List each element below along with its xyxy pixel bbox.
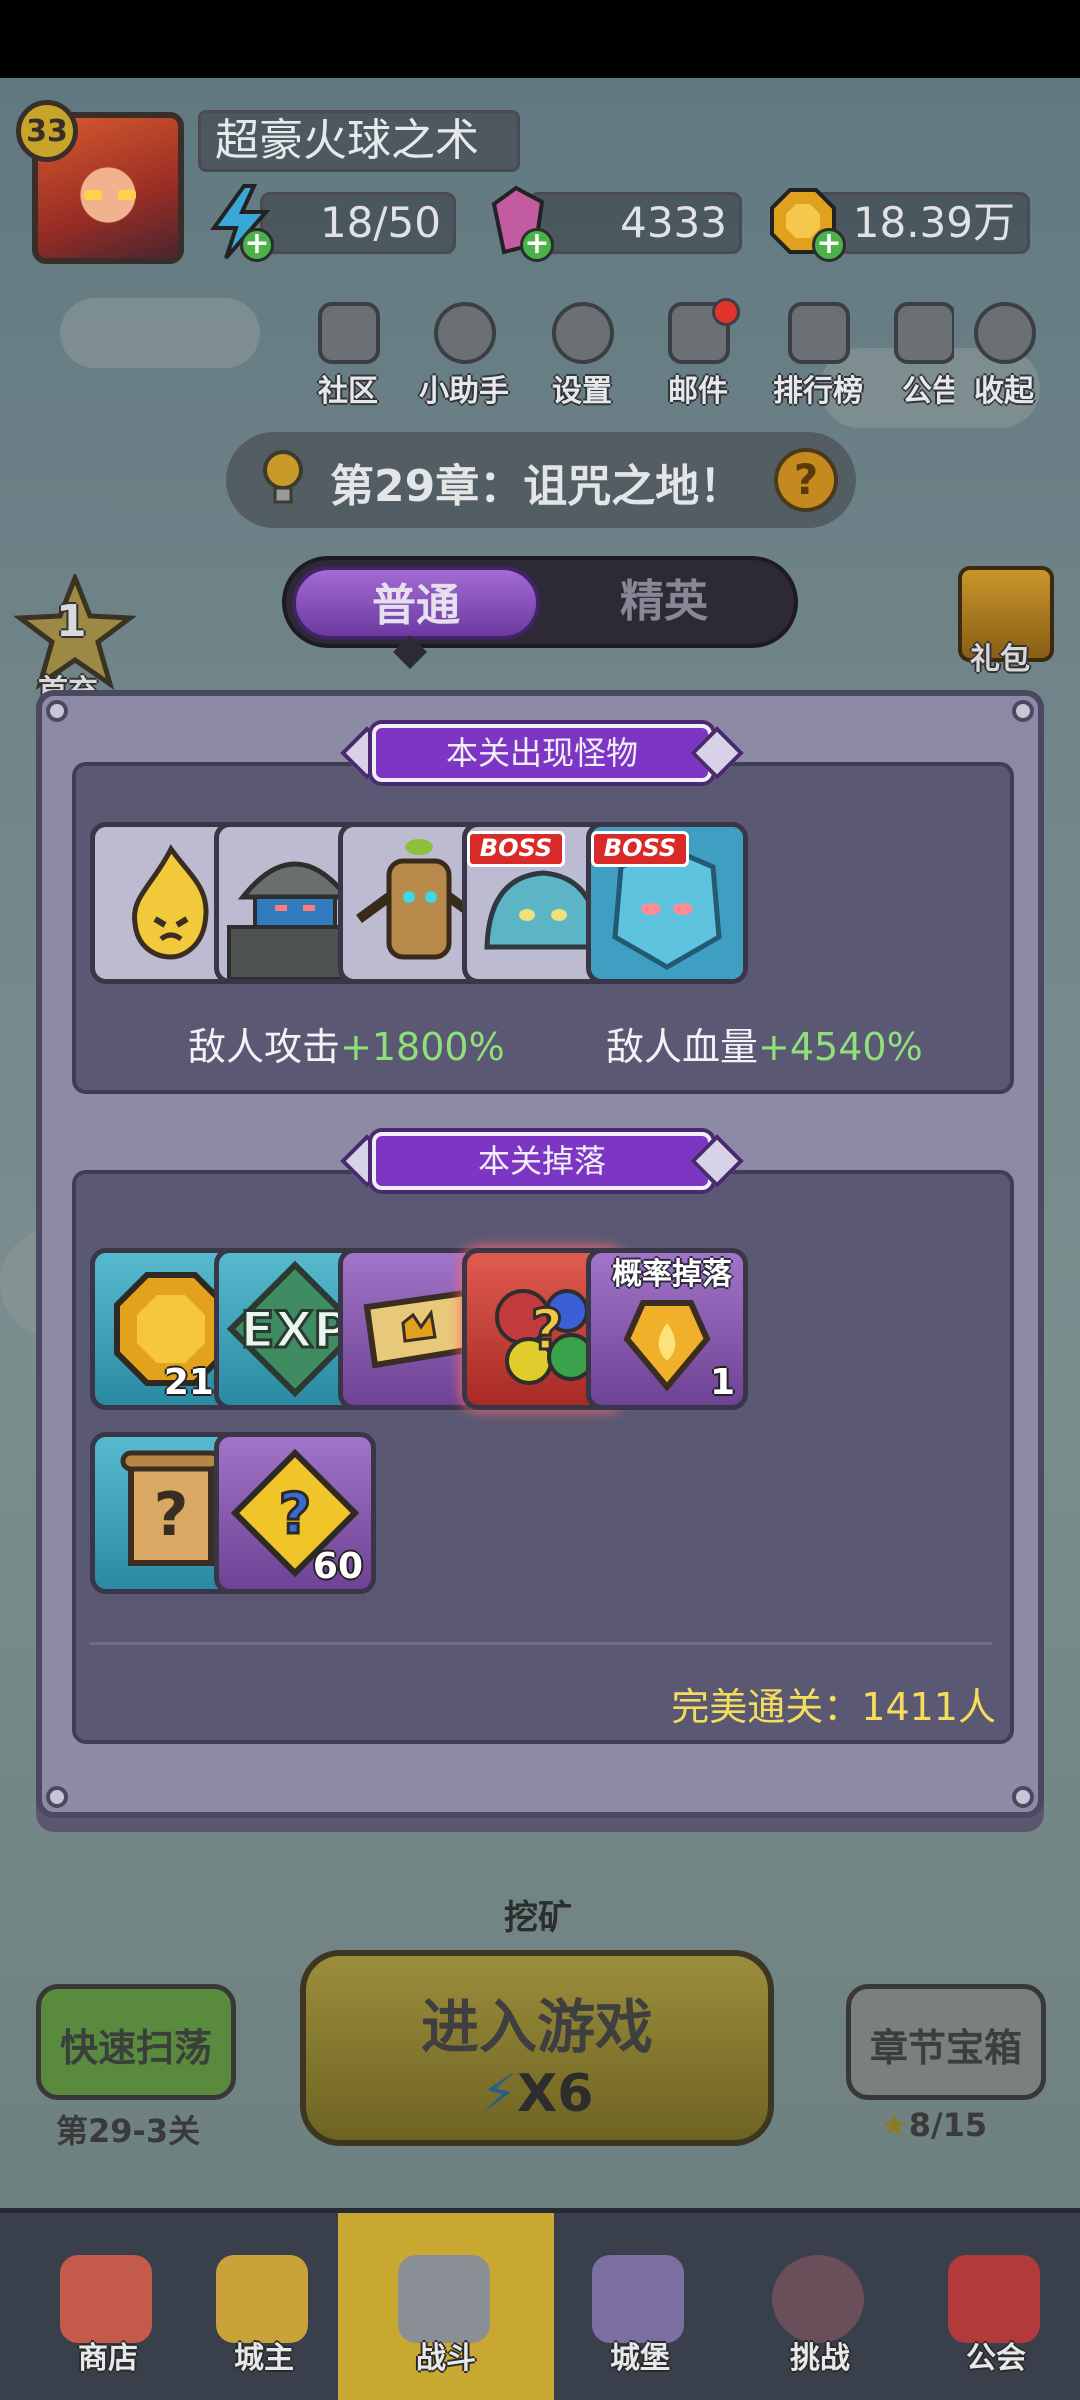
corner-rivet xyxy=(1012,700,1034,722)
ranking-icon xyxy=(788,302,850,364)
drops-section-title: 本关掉落 xyxy=(372,1132,712,1190)
svg-text:?: ? xyxy=(531,1298,563,1363)
assistant-button[interactable]: 小助手 xyxy=(416,302,512,412)
chapter-chest-button[interactable]: 章节宝箱 xyxy=(846,1984,1046,2100)
start-game-cost: ⚡X6 xyxy=(306,2064,768,2124)
boss-tag: BOSS xyxy=(591,831,689,867)
house-icon xyxy=(318,302,380,364)
quick-sweep-button[interactable]: 快速扫荡 xyxy=(36,1984,236,2100)
mode-switch: 普通 精英 xyxy=(282,556,798,648)
nav-label: 公会 xyxy=(966,2341,1026,2376)
player-level-badge: 33 xyxy=(16,100,78,162)
add-energy-button[interactable]: + xyxy=(240,228,274,262)
probability-drop-tag: 概率掉落 xyxy=(612,1257,732,1292)
drops-section-header: 本关掉落 xyxy=(340,1126,744,1198)
first-clear-count: 1 xyxy=(56,596,87,647)
monsters-section-title: 本关出现怪物 xyxy=(372,724,712,782)
ranking-label: 排行榜 xyxy=(773,374,863,409)
shop-icon xyxy=(60,2255,152,2343)
demon-icon xyxy=(772,2255,864,2343)
start-game-button[interactable]: 进入游戏 ⚡X6 xyxy=(300,1950,774,2146)
chest-progress: ★8/15 xyxy=(880,2106,987,2144)
assistant-label: 小助手 xyxy=(419,374,509,409)
corner-rivet xyxy=(46,700,68,722)
divider xyxy=(90,1642,992,1645)
chapter-chest-label: 章节宝箱 xyxy=(869,2026,1022,2070)
bottom-nav: 商店 城主 战斗 城堡 挑战 公会 xyxy=(0,2208,1080,2400)
drop-count: 60 xyxy=(312,1546,363,1587)
drop-count: 1 xyxy=(709,1362,735,1403)
boss-tag: BOSS xyxy=(467,831,565,867)
svg-text:?: ? xyxy=(154,1480,189,1550)
corner-rivet xyxy=(46,1786,68,1808)
collapse-icon xyxy=(974,302,1036,364)
lightbulb-icon xyxy=(263,450,303,504)
community-label: 社区 xyxy=(318,374,378,409)
player-name: 超豪火球之术 xyxy=(198,110,520,172)
community-button[interactable]: 社区 xyxy=(300,302,396,412)
lightning-icon: ⚡ xyxy=(480,2064,518,2124)
crown-icon xyxy=(216,2255,308,2343)
mining-label: 挖矿 xyxy=(504,1898,572,1938)
gift-label: 礼包 xyxy=(970,642,1030,677)
mail-label: 邮件 xyxy=(668,374,728,409)
castle-icon xyxy=(592,2255,684,2343)
notification-dot xyxy=(712,298,740,326)
collapse-button[interactable]: 收起 xyxy=(956,302,1052,412)
stage-label: 第29-3关 xyxy=(56,2112,201,2150)
tab-elite[interactable]: 精英 xyxy=(540,566,788,640)
enemy-hp-stat: 敌人血量+4540% xyxy=(606,1016,923,1071)
collapse-label: 收起 xyxy=(974,374,1034,409)
help-icon[interactable]: ? xyxy=(774,448,838,512)
nav-guild[interactable]: 公会 xyxy=(888,2213,1080,2400)
swords-icon xyxy=(398,2255,490,2343)
settings-button[interactable]: 设置 xyxy=(534,302,630,412)
energy-value: 18/50 xyxy=(260,192,456,254)
announcement-button[interactable]: 公告 xyxy=(884,302,954,412)
chapter-banner: 第29章：诅咒之地！ ? xyxy=(226,432,856,528)
gems-value: 4333 xyxy=(528,192,742,254)
settings-label: 设置 xyxy=(552,374,612,409)
gear-icon xyxy=(552,302,614,364)
enemy-attack-label: 敌人攻击 xyxy=(188,1025,341,1069)
stage-info-dialog: 本关出现怪物 BOSS BOSS 敌人攻击+1800% 敌人血量+4540% 本… xyxy=(36,690,1044,1818)
svg-text:EXP: EXP xyxy=(240,1301,349,1359)
corner-rivet xyxy=(1012,1786,1034,1808)
add-gems-button[interactable]: + xyxy=(520,228,554,262)
nav-label: 战斗 xyxy=(416,2341,476,2376)
megaphone-icon xyxy=(894,302,954,364)
drop-fire-crystal[interactable]: 概率掉落 1 xyxy=(586,1248,748,1410)
enemy-hp-label: 敌人血量 xyxy=(606,1025,759,1069)
robot-icon xyxy=(434,302,496,364)
perfect-clear-count: 完美通关：1411人 xyxy=(671,1685,996,1729)
star-icon: ★ xyxy=(880,2106,909,2144)
enemy-attack-value: +1800% xyxy=(340,1025,505,1069)
add-gold-button[interactable]: + xyxy=(812,228,846,262)
nav-battle[interactable]: 战斗 xyxy=(338,2213,554,2400)
mail-button[interactable]: 邮件 xyxy=(650,298,746,412)
monsters-section-header: 本关出现怪物 xyxy=(340,718,744,790)
announcement-label: 公告 xyxy=(902,374,954,409)
monster-ice-golem[interactable]: BOSS xyxy=(586,822,748,984)
drop-mystery-puzzle[interactable]: ? 60 xyxy=(214,1432,376,1594)
chest-progress-value: 8/15 xyxy=(908,2106,988,2144)
quick-sweep-label: 快速扫荡 xyxy=(59,2026,212,2070)
enemy-hp-value: +4540% xyxy=(758,1025,923,1069)
ranking-button[interactable]: 排行榜 xyxy=(770,302,866,412)
start-game-label: 进入游戏 xyxy=(420,1993,653,2061)
enemy-attack-stat: 敌人攻击+1800% xyxy=(188,1016,505,1071)
guild-banner-icon xyxy=(948,2255,1040,2343)
tab-normal[interactable]: 普通 xyxy=(292,566,540,640)
start-cost-value: X6 xyxy=(517,2064,594,2124)
svg-text:?: ? xyxy=(279,1482,311,1547)
chapter-title: 第29章：诅咒之地！ xyxy=(330,461,744,512)
